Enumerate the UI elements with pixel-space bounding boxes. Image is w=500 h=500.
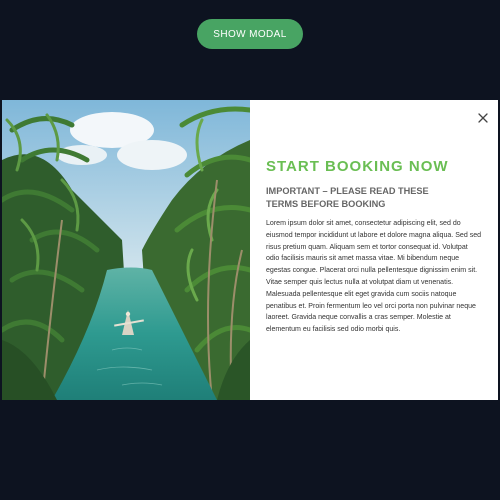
modal-title: START BOOKING NOW xyxy=(266,158,449,175)
modal-image xyxy=(2,100,250,400)
modal-subtitle: IMPORTANT – PLEASE READ THESE TERMS BEFO… xyxy=(266,186,429,209)
booking-modal: START BOOKING NOW IMPORTANT – PLEASE REA… xyxy=(2,100,498,400)
modal-content: START BOOKING NOW IMPORTANT – PLEASE REA… xyxy=(250,100,498,400)
modal-body-text: Lorem ipsum dolor sit amet, consectetur … xyxy=(266,220,482,334)
close-icon[interactable] xyxy=(477,112,489,124)
show-modal-button[interactable]: SHOW MODAL xyxy=(197,19,303,49)
